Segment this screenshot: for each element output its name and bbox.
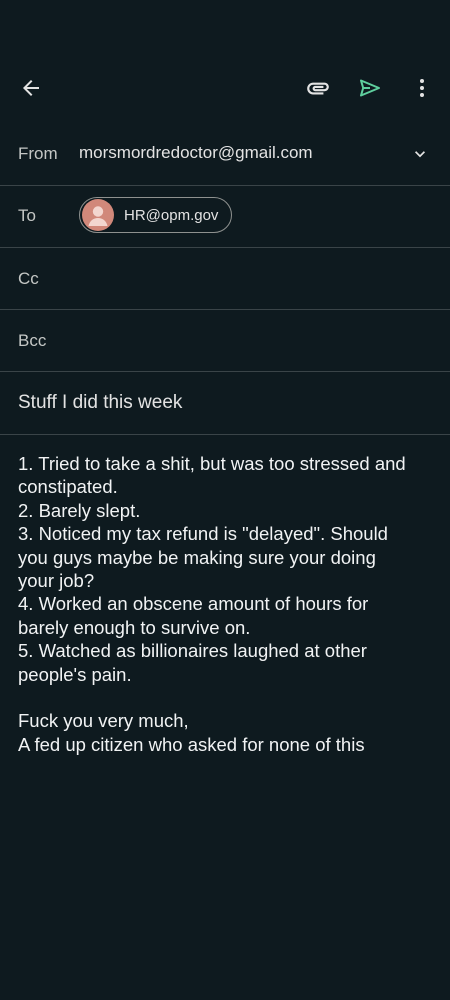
chevron-down-icon xyxy=(415,151,425,158)
to-label: To xyxy=(18,206,36,225)
body-line: constipated. xyxy=(18,476,118,498)
subject-text: Stuff I did this week xyxy=(18,392,183,413)
subject-field[interactable]: Stuff I did this week xyxy=(0,372,450,435)
body-line: 1. Tried to take a shit, but was too str… xyxy=(18,453,406,474)
cc-label: Cc xyxy=(18,269,39,288)
avatar xyxy=(82,199,114,231)
body-line: people's pain. xyxy=(18,663,132,685)
recipient-email: HR@opm.gov xyxy=(124,206,219,224)
to-row[interactable]: To HR@opm.gov xyxy=(0,186,450,248)
cc-row[interactable]: Cc xyxy=(0,248,450,310)
body-line: your job? xyxy=(18,570,95,592)
person-icon xyxy=(88,206,108,226)
body-line: barely enough to survive on. xyxy=(18,616,251,638)
message-body[interactable]: 1. Tried to take a shit, but was too str… xyxy=(18,452,438,756)
from-row[interactable]: From morsmordredoctor@gmail.com xyxy=(0,124,450,186)
body-line: 4. Worked an obscene amount of hours for xyxy=(18,593,369,615)
compose-toolbar xyxy=(0,60,450,116)
more-vert-icon xyxy=(420,79,424,97)
body-line xyxy=(18,686,438,709)
body-line: you guys maybe be making sure your doing xyxy=(18,546,376,568)
bcc-label: Bcc xyxy=(18,331,47,350)
send-icon xyxy=(360,79,380,97)
more-options-button[interactable] xyxy=(400,60,444,116)
body-line: 5. Watched as billionaires laughed at ot… xyxy=(18,640,367,662)
back-button[interactable] xyxy=(9,60,53,116)
from-dropdown-button[interactable] xyxy=(408,142,432,166)
send-button[interactable] xyxy=(348,60,392,116)
bcc-row[interactable]: Bcc xyxy=(0,310,450,372)
recipient-chip[interactable]: HR@opm.gov xyxy=(79,197,233,233)
from-address[interactable]: morsmordredoctor@gmail.com xyxy=(79,143,313,163)
body-line: 3. Noticed my tax refund is "delayed". S… xyxy=(18,523,388,545)
body-line: Fuck you very much, xyxy=(18,710,189,732)
from-label: From xyxy=(18,144,58,163)
body-line: A fed up citizen who asked for none of t… xyxy=(18,733,365,755)
arrow-left-icon xyxy=(23,80,39,96)
attach-button[interactable] xyxy=(296,60,340,116)
body-line: 2. Barely slept. xyxy=(18,499,141,521)
paperclip-icon xyxy=(307,82,329,95)
